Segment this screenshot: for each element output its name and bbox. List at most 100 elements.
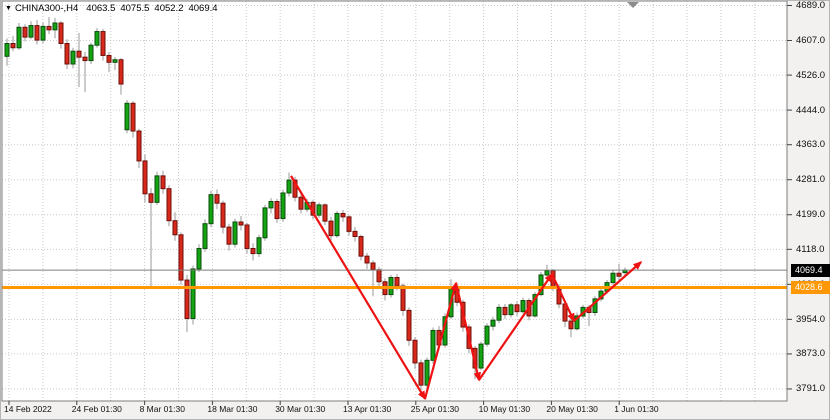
candle-body-bear (47, 26, 51, 29)
candle-body-bear (35, 26, 39, 41)
candle-body-bear (23, 27, 27, 37)
ohlc-close: 4069.4 (188, 3, 217, 14)
candle-body-bear (323, 205, 327, 221)
time-tick-label: 1 Jun 01:30 (614, 404, 658, 414)
candle-body-bull (41, 26, 45, 40)
price-tick-label: 3791.0 (796, 383, 825, 394)
candle-body-bull (17, 27, 21, 47)
candle-body-bull (113, 60, 117, 63)
candle-body-bear (569, 321, 573, 329)
candle-body-bull (611, 273, 615, 282)
price-tick-label: 3873.0 (796, 348, 825, 359)
price-tick-label: 4444.0 (796, 105, 825, 116)
candle-body-bear (371, 263, 375, 270)
candle-body-bull (509, 305, 513, 315)
price-tick-label: 4363.0 (796, 139, 825, 150)
candle-body-bear (215, 195, 219, 204)
candle-body-bear (101, 32, 105, 56)
candle-body-bull (71, 51, 75, 64)
candle-body-bear (329, 221, 333, 236)
candle-body-bull (485, 326, 489, 344)
candle-body-bull (425, 360, 429, 385)
symbol-dropdown-icon[interactable]: ▼ (5, 5, 12, 12)
candle-body-bull (197, 248, 201, 268)
candle-body-bull (497, 307, 501, 320)
candle-body-bull (263, 208, 267, 238)
time-tick-label: 8 Mar 01:30 (140, 404, 185, 414)
time-tick-label: 10 May 01:30 (479, 404, 531, 414)
candle-body-bull (479, 344, 483, 368)
candle-body-bear (401, 286, 405, 310)
candle-body-bear (149, 194, 153, 203)
candle-body-bear (395, 277, 399, 286)
candle-body-bull (545, 271, 549, 275)
ohlc-low: 4052.2 (154, 3, 183, 14)
candle-body-bear (245, 225, 249, 248)
candle-body-bear (173, 221, 177, 235)
candle-body-bear (161, 176, 165, 189)
candle-body-bear (377, 270, 381, 282)
candle-body-bull (335, 213, 339, 235)
candle-body-bear (83, 57, 87, 60)
time-tick-label: 24 Feb 01:30 (72, 404, 122, 414)
symbol-period-label: CHINA300-,H4 (15, 3, 78, 14)
time-tick-label: 25 Apr 01:30 (411, 404, 459, 414)
candle-body-bull (287, 180, 291, 193)
candle-body-bear (299, 197, 303, 209)
ohlc-open: 4063.5 (86, 3, 115, 14)
candle-body-bear (353, 231, 357, 236)
candle-body-bull (53, 23, 57, 30)
candle-body-bull (191, 269, 195, 319)
candle-body-bear (77, 51, 81, 57)
candle-body-bear (131, 103, 135, 131)
candle-body-bear (347, 217, 351, 232)
candle-body-bull (29, 26, 33, 38)
candle-body-bear (11, 44, 15, 48)
candle-body-bull (431, 330, 435, 360)
candle-body-bear (119, 60, 123, 84)
candle-body-bear (137, 131, 141, 161)
ohlc-high: 4075.5 (120, 3, 149, 14)
candle-body-bull (491, 320, 495, 326)
price-tick-label: 4607.0 (796, 35, 825, 46)
candle-body-bear (185, 280, 189, 318)
candle-body-bear (503, 307, 507, 314)
candle-body-bear (407, 310, 411, 340)
current-price-badge: 4069.4 (791, 264, 830, 277)
time-tick-label: 13 Apr 01:30 (343, 404, 391, 414)
candle-body-bull (281, 193, 285, 219)
candle-body-bear (239, 222, 243, 225)
chart-canvas[interactable] (0, 0, 830, 420)
time-tick-label: 14 Feb 2022 (4, 404, 52, 414)
candle-body-bear (227, 227, 231, 244)
price-tick-label: 4199.0 (796, 209, 825, 220)
candle-body-bear (515, 305, 519, 312)
candle-body-bear (413, 340, 417, 363)
candle-body-bear (275, 201, 279, 218)
candle-body-bear (617, 273, 621, 276)
mt4-chart-window: ▼ CHINA300-,H4 4063.5 4075.5 4052.2 4069… (0, 0, 830, 420)
candle-body-bull (269, 201, 273, 207)
price-tick-label: 4526.0 (796, 70, 825, 81)
candle-body-bear (143, 161, 147, 194)
candle-body-bull (257, 238, 261, 254)
candle-body-bull (203, 224, 207, 249)
candle-body-bear (419, 363, 423, 385)
candle-body-bear (107, 55, 111, 62)
horizontal-line-price-badge: 4028.6 (791, 281, 830, 294)
candle-body-bear (167, 189, 171, 221)
candle-body-bull (5, 44, 9, 57)
price-tick-label: 4689.0 (796, 0, 825, 11)
candle-body-bear (221, 203, 225, 227)
candle-body-bear (359, 237, 363, 257)
candle-body-bear (59, 23, 63, 43)
time-tick-label: 18 Mar 01:30 (207, 404, 257, 414)
candle-body-bull (95, 32, 99, 46)
price-tick-label: 4281.0 (796, 174, 825, 185)
candle-body-bull (521, 301, 525, 312)
chart-header: ▼ CHINA300-,H4 4063.5 4075.5 4052.2 4069… (5, 2, 218, 14)
candle-body-bull (155, 176, 159, 202)
time-tick-label: 30 Mar 01:30 (275, 404, 325, 414)
price-tick-label: 4118.0 (796, 244, 824, 255)
candle-body-bull (317, 205, 321, 215)
